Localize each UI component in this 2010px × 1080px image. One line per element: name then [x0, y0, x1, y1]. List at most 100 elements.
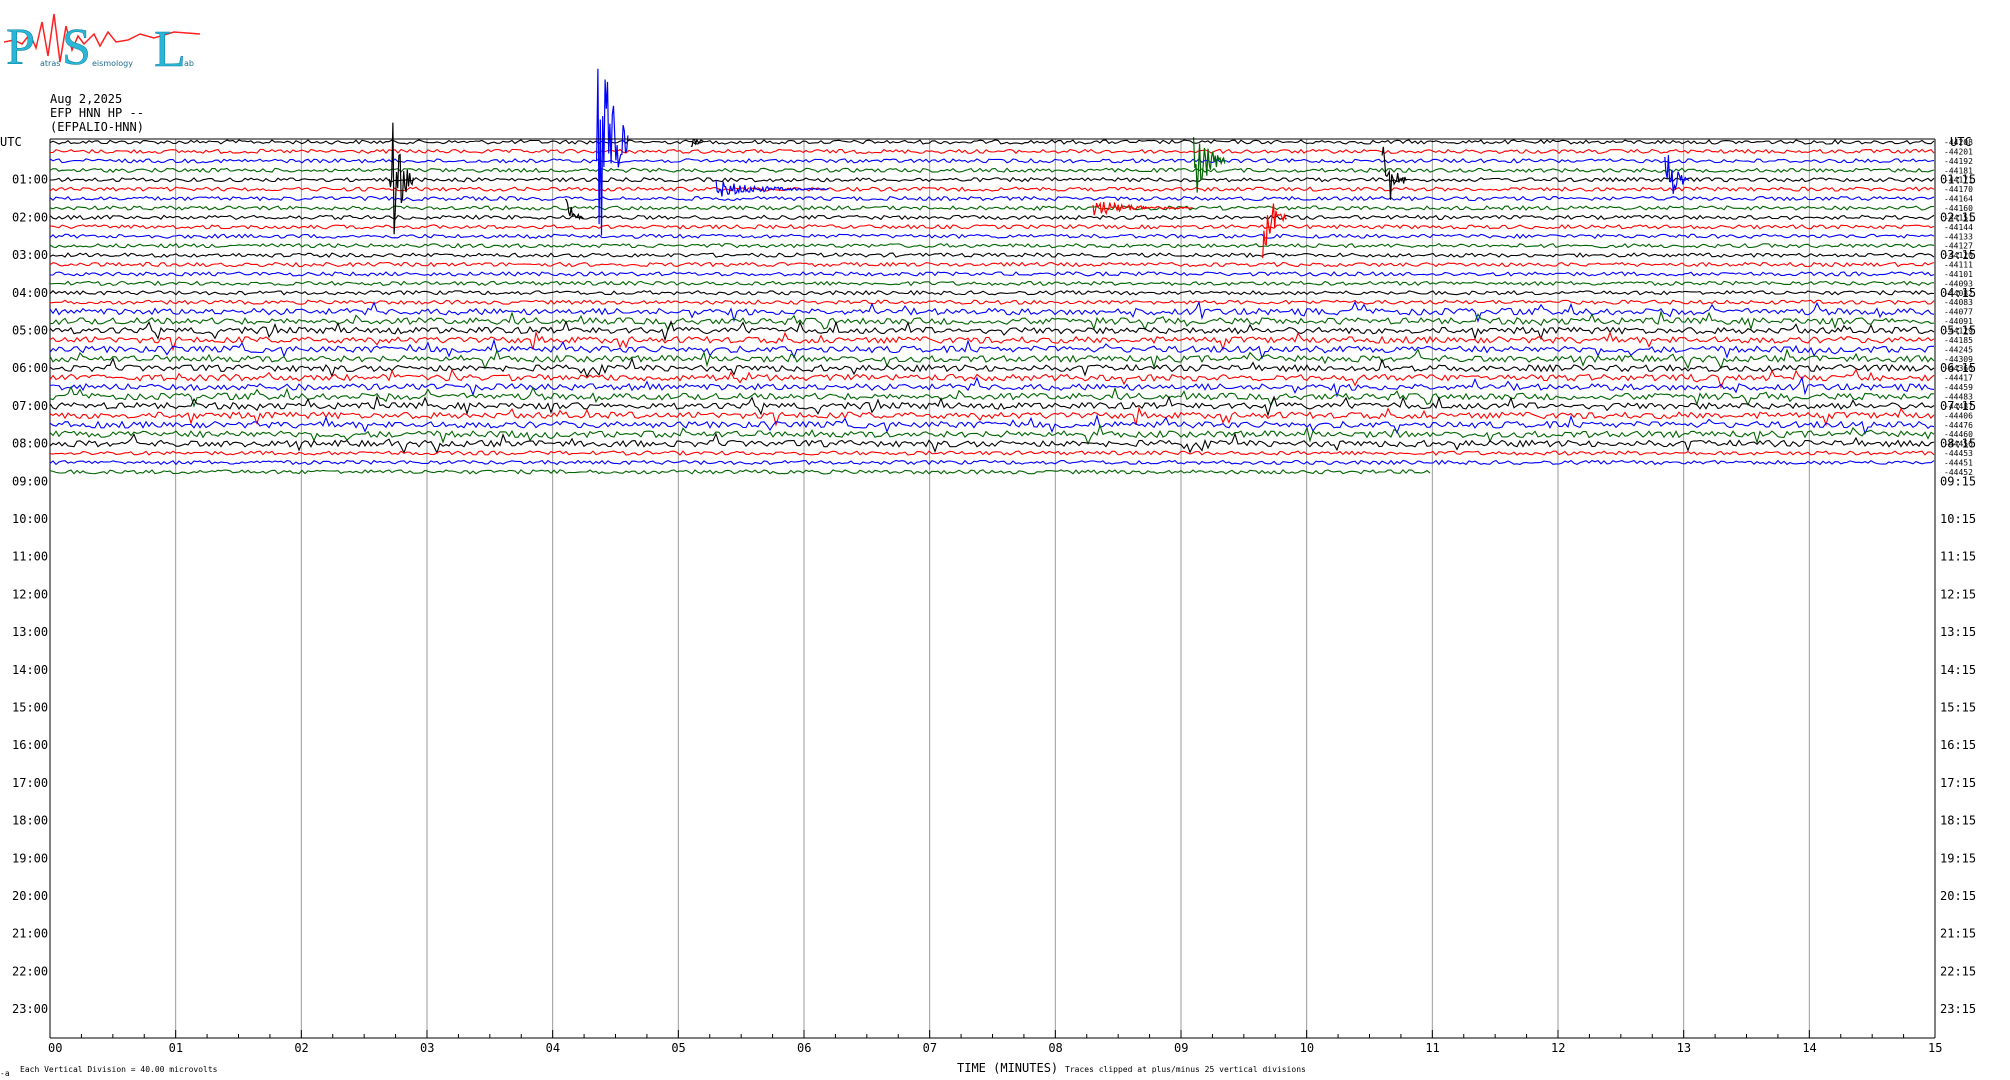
trace-line [49, 261, 1935, 268]
trace-offset-label: -44245 [1944, 345, 1973, 354]
trace-offset-label: -44171 [1944, 176, 1973, 185]
trace-line [49, 158, 1935, 164]
x-tick-label: 08 [1048, 1041, 1062, 1055]
trace-offset-label: -44366 [1944, 364, 1973, 373]
x-axis-title: TIME (MINUTES) [957, 1061, 1058, 1075]
right-hour-label: 19:15 [1940, 851, 1976, 865]
left-hour-label: 23:00 [12, 1002, 48, 1016]
left-hour-label: 03:00 [12, 248, 48, 262]
trace-offset-label: -44083 [1944, 298, 1973, 307]
trace-offset-label: -44144 [1944, 223, 1973, 232]
trace-line [49, 459, 1935, 466]
trace-offset-label: -44091 [1944, 317, 1973, 326]
left-hour-label: 13:00 [12, 625, 48, 639]
trace-line [49, 299, 1935, 305]
trace-offset-label: -44133 [1944, 232, 1973, 241]
left-hour-label: 02:00 [12, 210, 48, 224]
left-hour-label: 12:00 [12, 587, 48, 601]
trace-offset-label: -44185 [1944, 336, 1973, 345]
trace-line [49, 469, 1431, 475]
logo-letter-s: S [62, 19, 91, 74]
trace-line [49, 167, 1935, 174]
trace-line [49, 242, 1935, 249]
right-hour-label: 17:15 [1940, 776, 1976, 790]
right-hour-label: 10:15 [1940, 512, 1976, 526]
trace-offset-label: -44452 [1944, 468, 1973, 477]
left-hour-label: 18:00 [12, 814, 48, 828]
corner-mark: -a [0, 1069, 10, 1078]
left-hour-label: 19:00 [12, 851, 48, 865]
trace-offset-label: -44129 [1944, 327, 1973, 336]
trace-line [49, 309, 1935, 332]
left-hour-label: 10:00 [12, 512, 48, 526]
trace-offset-label: -44170 [1944, 185, 1973, 194]
x-tick-label: 01 [169, 1041, 183, 1055]
event-spike [1262, 203, 1287, 259]
left-hour-label: 14:00 [12, 663, 48, 677]
event-spike [1193, 137, 1226, 193]
trace-offset-label: -44309 [1944, 355, 1973, 364]
x-tick-label: 11 [1425, 1041, 1439, 1055]
header-station-id: (EFPALIO-HNN) [50, 120, 144, 134]
trace-offset-label: -44160 [1944, 204, 1973, 213]
x-tick-label: 00 [48, 1041, 62, 1055]
trace-line [49, 176, 1935, 183]
event-spike [1381, 146, 1407, 200]
trace-line [49, 148, 1935, 155]
trace-offset-label: -44151 [1944, 213, 1973, 222]
trace-offset-label: -44406 [1944, 411, 1973, 420]
trace-offset-label: -44082 [1944, 289, 1973, 298]
trace-line [49, 252, 1935, 258]
x-tick-label: 03 [420, 1041, 434, 1055]
trace-line [50, 271, 1935, 277]
right-hour-label: 16:15 [1940, 738, 1976, 752]
utc-left-label: UTC [0, 135, 22, 149]
x-tick-label: 12 [1551, 1041, 1565, 1055]
left-hour-label: 17:00 [12, 776, 48, 790]
logo-letter-p: P [6, 19, 35, 74]
left-hour-label: 15:00 [12, 701, 48, 715]
left-hour-label: 08:00 [12, 437, 48, 451]
trace-line [49, 205, 1935, 211]
right-hour-label: 14:15 [1940, 663, 1976, 677]
trace-offset-label: -44459 [1944, 383, 1973, 392]
trace-offset-label: -44451 [1944, 458, 1973, 467]
seismic-events [388, 68, 1690, 259]
trace-line [49, 320, 1935, 342]
logo-word-2: eismology [92, 59, 133, 68]
right-hour-label: 18:15 [1940, 814, 1976, 828]
x-tick-label: 13 [1677, 1041, 1691, 1055]
x-tick-label: 10 [1300, 1041, 1314, 1055]
trace-offset-label: -44181 [1944, 166, 1973, 175]
trace-line [49, 368, 1935, 389]
left-hour-label: 22:00 [12, 964, 48, 978]
trace-line [49, 348, 1935, 370]
x-tick-label: 09 [1174, 1041, 1188, 1055]
right-hour-label: 23:15 [1940, 1002, 1976, 1016]
trace-offset-label: -44476 [1944, 421, 1973, 430]
left-hour-labels: 01:00 02:00 03:00 04:00 05:00 06:00 07:00 08:00… [12, 173, 48, 1016]
logo-word-1: atras [40, 59, 60, 68]
trace-line [49, 186, 1935, 192]
left-hour-label: 07:00 [12, 399, 48, 413]
event-spike [1092, 201, 1193, 216]
trace-line [49, 432, 1935, 455]
trace-line [49, 394, 1935, 418]
utc-right-label: UTC [1950, 135, 1972, 149]
trace-line [49, 214, 1935, 221]
left-hour-label: 09:00 [12, 474, 48, 488]
x-tick-label: 15 [1928, 1041, 1942, 1055]
trace-offset-label: -44487 [1944, 402, 1973, 411]
left-hour-label: 16:00 [12, 738, 48, 752]
trace-line [49, 423, 1935, 446]
left-hour-label: 20:00 [12, 889, 48, 903]
header-station: EFP HNN HP -- [50, 106, 144, 120]
right-hour-label: 13:15 [1940, 625, 1976, 639]
x-tick-label: 04 [546, 1041, 560, 1055]
psl-logo: P S L atras eismology ab [4, 13, 201, 74]
left-hour-label: 11:00 [12, 550, 48, 564]
left-hour-label: 01:00 [12, 173, 48, 187]
scale-note: Each Vertical Division = 40.00 microvolt… [20, 1065, 218, 1074]
trace-line [49, 450, 1935, 456]
trace-offset-label: -44460 [1944, 430, 1973, 439]
